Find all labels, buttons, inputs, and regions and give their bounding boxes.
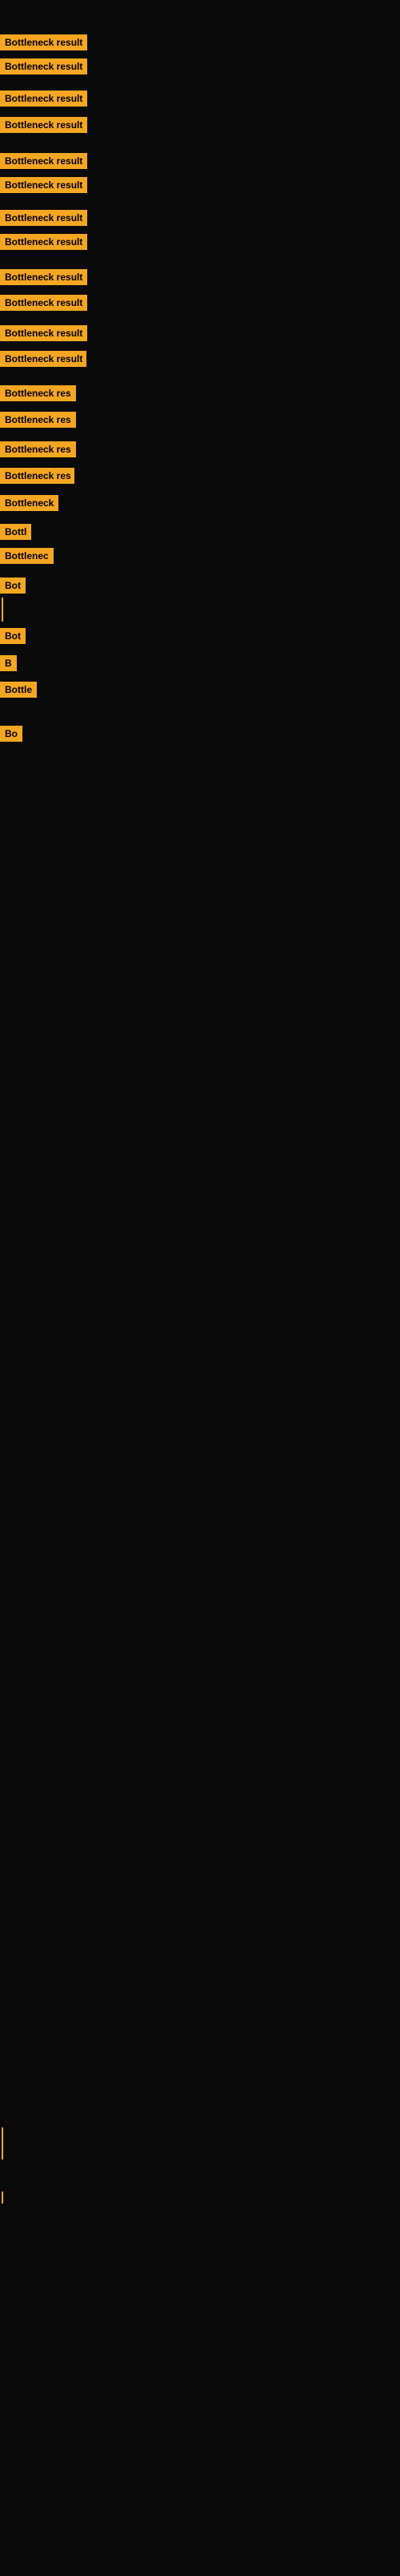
bottleneck-label-19: Bottlenec <box>0 548 54 564</box>
site-title <box>0 0 400 13</box>
bottleneck-label-7: Bottleneck result <box>0 210 87 226</box>
bottleneck-label-12: Bottleneck result <box>0 351 86 367</box>
bottleneck-label-24: Bo <box>0 726 22 742</box>
bottleneck-label-5: Bottleneck result <box>0 153 87 169</box>
bottleneck-label-2: Bottleneck result <box>0 58 87 74</box>
bottleneck-label-9: Bottleneck result <box>0 269 87 285</box>
bottleneck-label-21: Bot <box>0 628 26 644</box>
bottleneck-label-20: Bot <box>0 578 26 594</box>
vertical-line-2 <box>2 2127 3 2159</box>
bottleneck-label-8: Bottleneck result <box>0 234 87 250</box>
bottleneck-label-4: Bottleneck result <box>0 117 87 133</box>
bottleneck-label-22: B <box>0 655 17 671</box>
bottleneck-label-18: Bottl <box>0 524 31 540</box>
bottleneck-label-6: Bottleneck result <box>0 177 87 193</box>
bottleneck-label-10: Bottleneck result <box>0 295 87 311</box>
bottleneck-label-16: Bottleneck res <box>0 468 74 484</box>
bottleneck-label-17: Bottleneck <box>0 495 58 511</box>
bottleneck-label-1: Bottleneck result <box>0 34 87 50</box>
bottleneck-labels-container: Bottleneck result Bottleneck result Bottle… <box>0 13 400 2576</box>
bottleneck-label-15: Bottleneck res <box>0 441 76 457</box>
bottleneck-label-14: Bottleneck res <box>0 412 76 428</box>
bottleneck-label-3: Bottleneck result <box>0 91 87 107</box>
vertical-line-1 <box>2 598 3 622</box>
bottleneck-label-23: Bottle <box>0 682 37 698</box>
bottleneck-label-13: Bottleneck res <box>0 385 76 401</box>
bottleneck-label-11: Bottleneck result <box>0 325 87 341</box>
vertical-line-3 <box>2 2192 3 2204</box>
